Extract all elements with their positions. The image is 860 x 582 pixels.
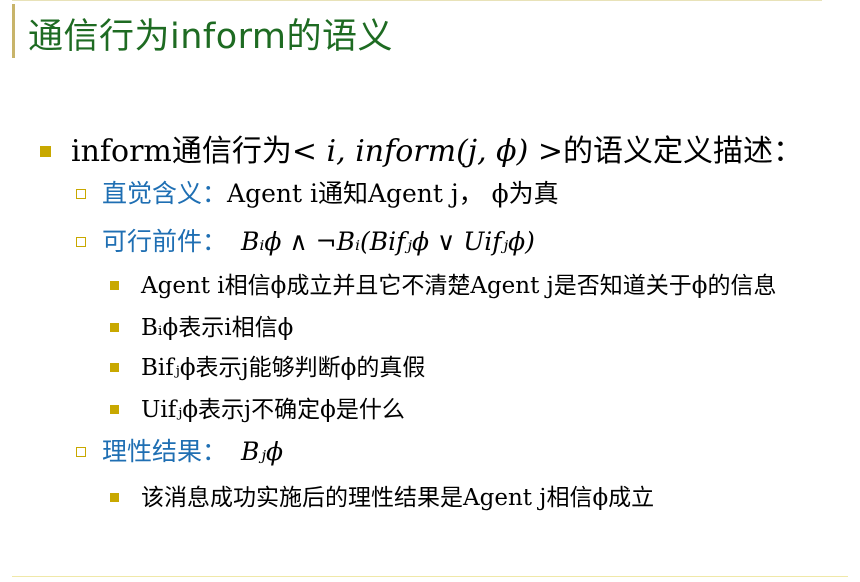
slide-title: 通信行为inform的语义 xyxy=(28,17,394,57)
feasibility-item: Bifⱼϕ表示j能够判断ϕ的真假 xyxy=(110,348,425,382)
hollow-square-bullet-icon xyxy=(76,188,86,199)
feasibility-item-text: Uifⱼϕ表示j不确定ϕ是什么 xyxy=(141,397,405,423)
intuitive-bullet: 直觉含义：Agent i通知Agent j， ϕ为真 xyxy=(76,174,559,210)
hollow-square-bullet-icon xyxy=(76,446,86,457)
feasibility-item: Bᵢϕ表示i相信ϕ xyxy=(110,308,293,342)
main-bullet: inform通信行为< i, inform(j, ϕ) >的语义定义描述： xyxy=(40,126,803,170)
intuitive-label: 直觉含义： xyxy=(102,179,228,208)
feasibility-item: Uifⱼϕ表示j不确定ϕ是什么 xyxy=(110,390,405,424)
feasibility-item-text: Agent i相信ϕ成立并且它不清楚Agent j是否知道关于ϕ的信息 xyxy=(141,273,777,299)
rational-effect-label: 理性结果： xyxy=(102,437,228,466)
rational-effect-item: 该消息成功实施后的理性结果是Agent j相信ϕ成立 xyxy=(110,478,654,512)
small-square-bullet-icon xyxy=(110,492,119,502)
rational-effect-item-text: 该消息成功实施后的理性结果是Agent j相信ϕ成立 xyxy=(141,485,655,511)
main-bullet-act: < i, inform(j, ϕ) > xyxy=(291,134,563,169)
bottom-rule xyxy=(12,576,848,577)
square-bullet-icon xyxy=(40,145,51,157)
feasibility-label: 可行前件： xyxy=(102,227,228,256)
intuitive-text: Agent i通知Agent j， ϕ为真 xyxy=(227,179,559,208)
title-accent-bar xyxy=(12,4,15,58)
main-bullet-suffix: 的语义定义描述： xyxy=(563,134,803,169)
feasibility-item: Agent i相信ϕ成立并且它不清楚Agent j是否知道关于ϕ的信息 xyxy=(110,266,776,300)
small-square-bullet-icon xyxy=(110,404,119,414)
feasibility-bullet: 可行前件： Bᵢϕ ∧ ¬Bᵢ(Bifⱼϕ ∨ Uifⱼϕ) xyxy=(76,222,535,258)
feasibility-formula: Bᵢϕ ∧ ¬Bᵢ(Bifⱼϕ ∨ Uifⱼϕ) xyxy=(241,227,535,256)
small-square-bullet-icon xyxy=(110,362,119,372)
rational-effect-formula: Bⱼϕ xyxy=(241,437,284,466)
title-top-rule xyxy=(12,0,822,1)
feasibility-item-text: Bᵢϕ表示i相信ϕ xyxy=(141,315,294,341)
main-bullet-prefix: inform通信行为 xyxy=(71,134,292,169)
hollow-square-bullet-icon xyxy=(76,236,86,247)
feasibility-item-text: Bifⱼϕ表示j能够判断ϕ的真假 xyxy=(141,355,426,381)
small-square-bullet-icon xyxy=(110,322,119,332)
rational-effect-bullet: 理性结果： Bⱼϕ xyxy=(76,432,283,468)
small-square-bullet-icon xyxy=(110,280,119,290)
